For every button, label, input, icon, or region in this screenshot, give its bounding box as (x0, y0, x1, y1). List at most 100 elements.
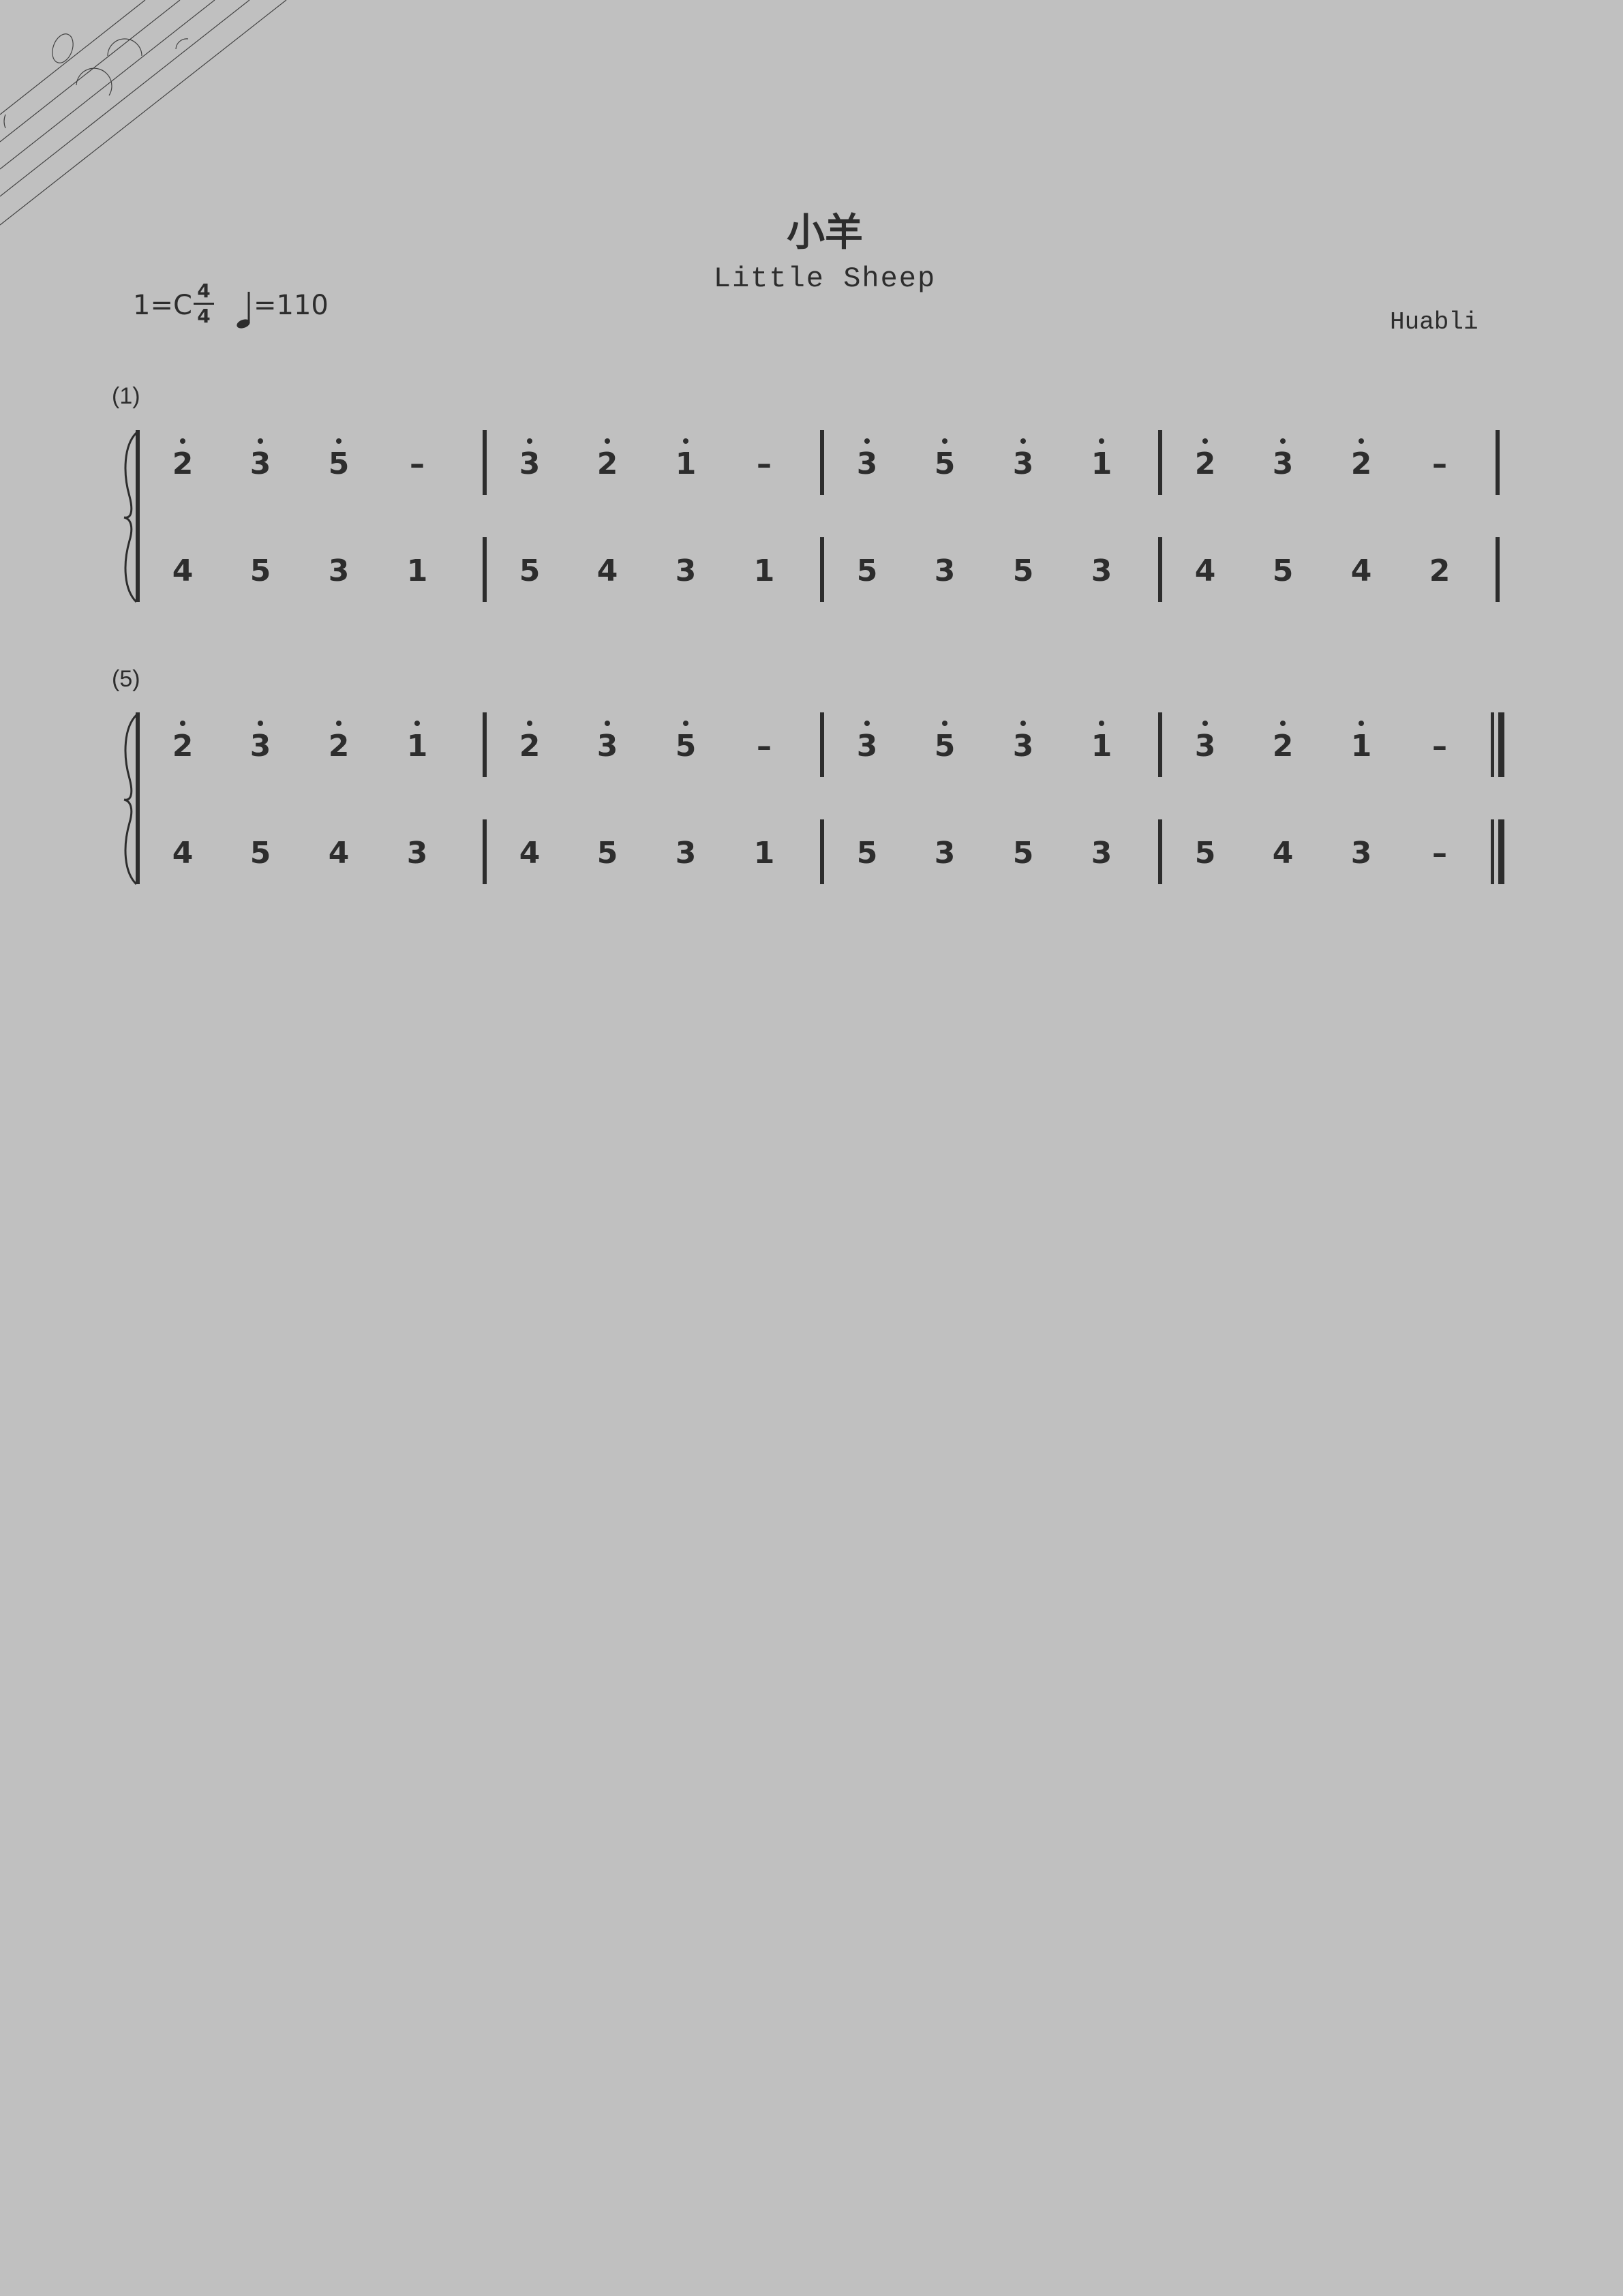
high-octave-dot (527, 438, 532, 444)
high-octave-dot (258, 438, 263, 444)
lower-note: 3 (675, 836, 697, 871)
lower-note: 5 (1012, 836, 1034, 871)
system-start-barline (136, 430, 140, 602)
lower-note: 5 (249, 554, 271, 588)
high-octave-dot (1359, 721, 1364, 726)
high-octave-dot (864, 438, 870, 444)
measure-number: (5) (112, 666, 140, 692)
upper-note: 3 (249, 447, 271, 481)
lower-note: 3 (1091, 836, 1112, 871)
system-start-barline (136, 712, 140, 884)
high-octave-dot (336, 438, 342, 444)
lower-note: 3 (934, 554, 956, 588)
upper-note: 2 (596, 447, 618, 481)
lower-note: 4 (596, 554, 618, 588)
barline (820, 537, 824, 602)
upper-note: 5 (934, 447, 956, 481)
lower-note: 4 (519, 836, 541, 871)
upper-note: 2 (172, 729, 194, 764)
lower-note: 5 (856, 554, 878, 588)
lower-note: 1 (406, 554, 428, 588)
upper-note: 5 (934, 729, 956, 764)
upper-note: 5 (328, 447, 350, 481)
time-signature-denominator: 4 (197, 305, 211, 327)
lower-note: 5 (1012, 554, 1034, 588)
lower-note: 4 (1272, 836, 1294, 871)
high-octave-dot (1359, 438, 1364, 444)
barline (483, 430, 487, 495)
high-octave-dot (942, 721, 947, 726)
upper-note: 5 (675, 729, 697, 764)
upper-note: 3 (519, 447, 541, 481)
lower-note: 3 (406, 836, 428, 871)
barline (483, 819, 487, 884)
high-octave-dot (336, 721, 342, 726)
composer: Huabli (1390, 308, 1478, 336)
final-barline-thick (1498, 819, 1504, 884)
barline (1496, 537, 1500, 602)
barline (1158, 430, 1162, 495)
upper-note: – (757, 447, 772, 481)
lower-note: 5 (1194, 836, 1216, 871)
lower-note: 3 (675, 554, 697, 588)
lower-note: 4 (172, 836, 194, 871)
lower-note: 4 (328, 836, 350, 871)
upper-note: 2 (1272, 729, 1294, 764)
upper-note: 2 (1350, 447, 1372, 481)
upper-note: 1 (675, 447, 697, 481)
upper-note: – (410, 447, 425, 481)
barline (820, 712, 824, 777)
lower-note: 4 (1194, 554, 1216, 588)
lower-note: 4 (172, 554, 194, 588)
high-octave-dot (683, 438, 688, 444)
final-barline-thick (1498, 712, 1504, 777)
high-octave-dot (605, 438, 610, 444)
high-octave-dot (942, 438, 947, 444)
upper-note: 1 (1091, 729, 1112, 764)
upper-note: 3 (856, 729, 878, 764)
high-octave-dot (1099, 438, 1104, 444)
final-barline-thin (1491, 819, 1494, 884)
barline (483, 712, 487, 777)
lower-note: 5 (596, 836, 618, 871)
high-octave-dot (1020, 438, 1026, 444)
upper-note: – (1432, 729, 1447, 764)
lower-note: 3 (934, 836, 956, 871)
lower-note: 5 (1272, 554, 1294, 588)
upper-note: – (1432, 447, 1447, 481)
high-octave-dot (414, 721, 420, 726)
barline (1158, 819, 1162, 884)
upper-note: 3 (1194, 729, 1216, 764)
quarter-note-icon (237, 292, 250, 329)
final-barline-thin (1491, 712, 1494, 777)
key-signature: 1=C (133, 290, 192, 321)
upper-note: – (757, 729, 772, 764)
upper-note: 1 (1350, 729, 1372, 764)
lower-note: 1 (753, 554, 775, 588)
high-octave-dot (1280, 438, 1286, 444)
lower-note: 3 (1091, 554, 1112, 588)
upper-note: 1 (1091, 447, 1112, 481)
high-octave-dot (1202, 721, 1208, 726)
lower-note: 5 (519, 554, 541, 588)
high-octave-dot (180, 438, 185, 444)
high-octave-dot (605, 721, 610, 726)
upper-note: 2 (328, 729, 350, 764)
barline (1158, 537, 1162, 602)
lower-note: 4 (1350, 554, 1372, 588)
upper-note: 3 (1012, 729, 1034, 764)
high-octave-dot (1202, 438, 1208, 444)
upper-note: 3 (1012, 447, 1034, 481)
lower-note: – (1432, 836, 1447, 871)
high-octave-dot (527, 721, 532, 726)
upper-note: 2 (172, 447, 194, 481)
high-octave-dot (1280, 721, 1286, 726)
high-octave-dot (180, 721, 185, 726)
upper-note: 3 (596, 729, 618, 764)
lower-note: 3 (1350, 836, 1372, 871)
time-signature-numerator: 4 (197, 280, 211, 302)
high-octave-dot (1020, 721, 1026, 726)
barline (820, 430, 824, 495)
tempo-marking: =110 (254, 290, 329, 321)
high-octave-dot (1099, 721, 1104, 726)
